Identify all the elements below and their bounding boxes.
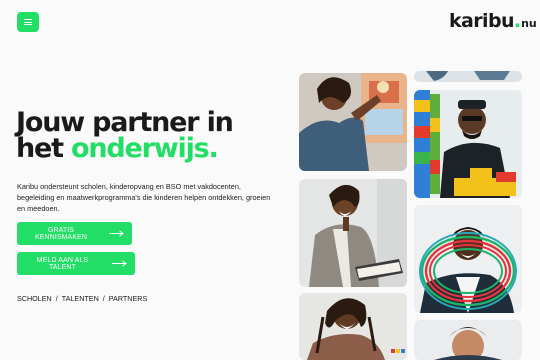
man-smiling-photo bbox=[414, 320, 522, 360]
man-lego-wall-photo bbox=[414, 90, 522, 198]
arrow-right-icon bbox=[109, 230, 124, 237]
separator: / bbox=[102, 294, 105, 303]
logo-wordmark: karibu bbox=[449, 10, 514, 32]
woman-painting-photo bbox=[299, 73, 407, 171]
page-title: Jouw partner in het onderwijs. bbox=[16, 109, 286, 164]
intro-text: Karibu ondersteunt scholen, kinderopvang… bbox=[17, 182, 271, 213]
separator: / bbox=[55, 294, 58, 303]
logo-tld: nu bbox=[521, 17, 537, 30]
audience-link-partners[interactable]: PARTNERS bbox=[109, 294, 147, 303]
hamburger-icon bbox=[24, 19, 32, 25]
top-cropped-photo bbox=[414, 71, 522, 82]
man-hula-hoops-photo bbox=[414, 205, 522, 313]
arrow-right-icon bbox=[112, 260, 127, 267]
audience-link-talents[interactable]: TALENTEN bbox=[62, 294, 99, 303]
woman-laughing-photo bbox=[299, 179, 407, 287]
register-talent-button[interactable]: MELD AAN ALS TALENT bbox=[17, 252, 135, 275]
audience-links: SCHOLEN / TALENTEN / PARTNERS bbox=[17, 294, 147, 303]
woman-braids-photo bbox=[299, 293, 407, 360]
headline-line2: het bbox=[16, 133, 72, 164]
register-talent-label: MELD AAN ALS TALENT bbox=[36, 256, 89, 271]
logo-dot: . bbox=[513, 10, 522, 32]
free-intro-button[interactable]: GRATIS KENNISMAKEN bbox=[17, 222, 132, 245]
logo[interactable]: karibu . nu bbox=[449, 10, 537, 32]
audience-link-schools[interactable]: SCHOLEN bbox=[17, 294, 52, 303]
free-intro-label: GRATIS KENNISMAKEN bbox=[34, 226, 88, 241]
menu-button[interactable] bbox=[17, 12, 39, 32]
headline-accent: onderwijs. bbox=[71, 133, 219, 164]
